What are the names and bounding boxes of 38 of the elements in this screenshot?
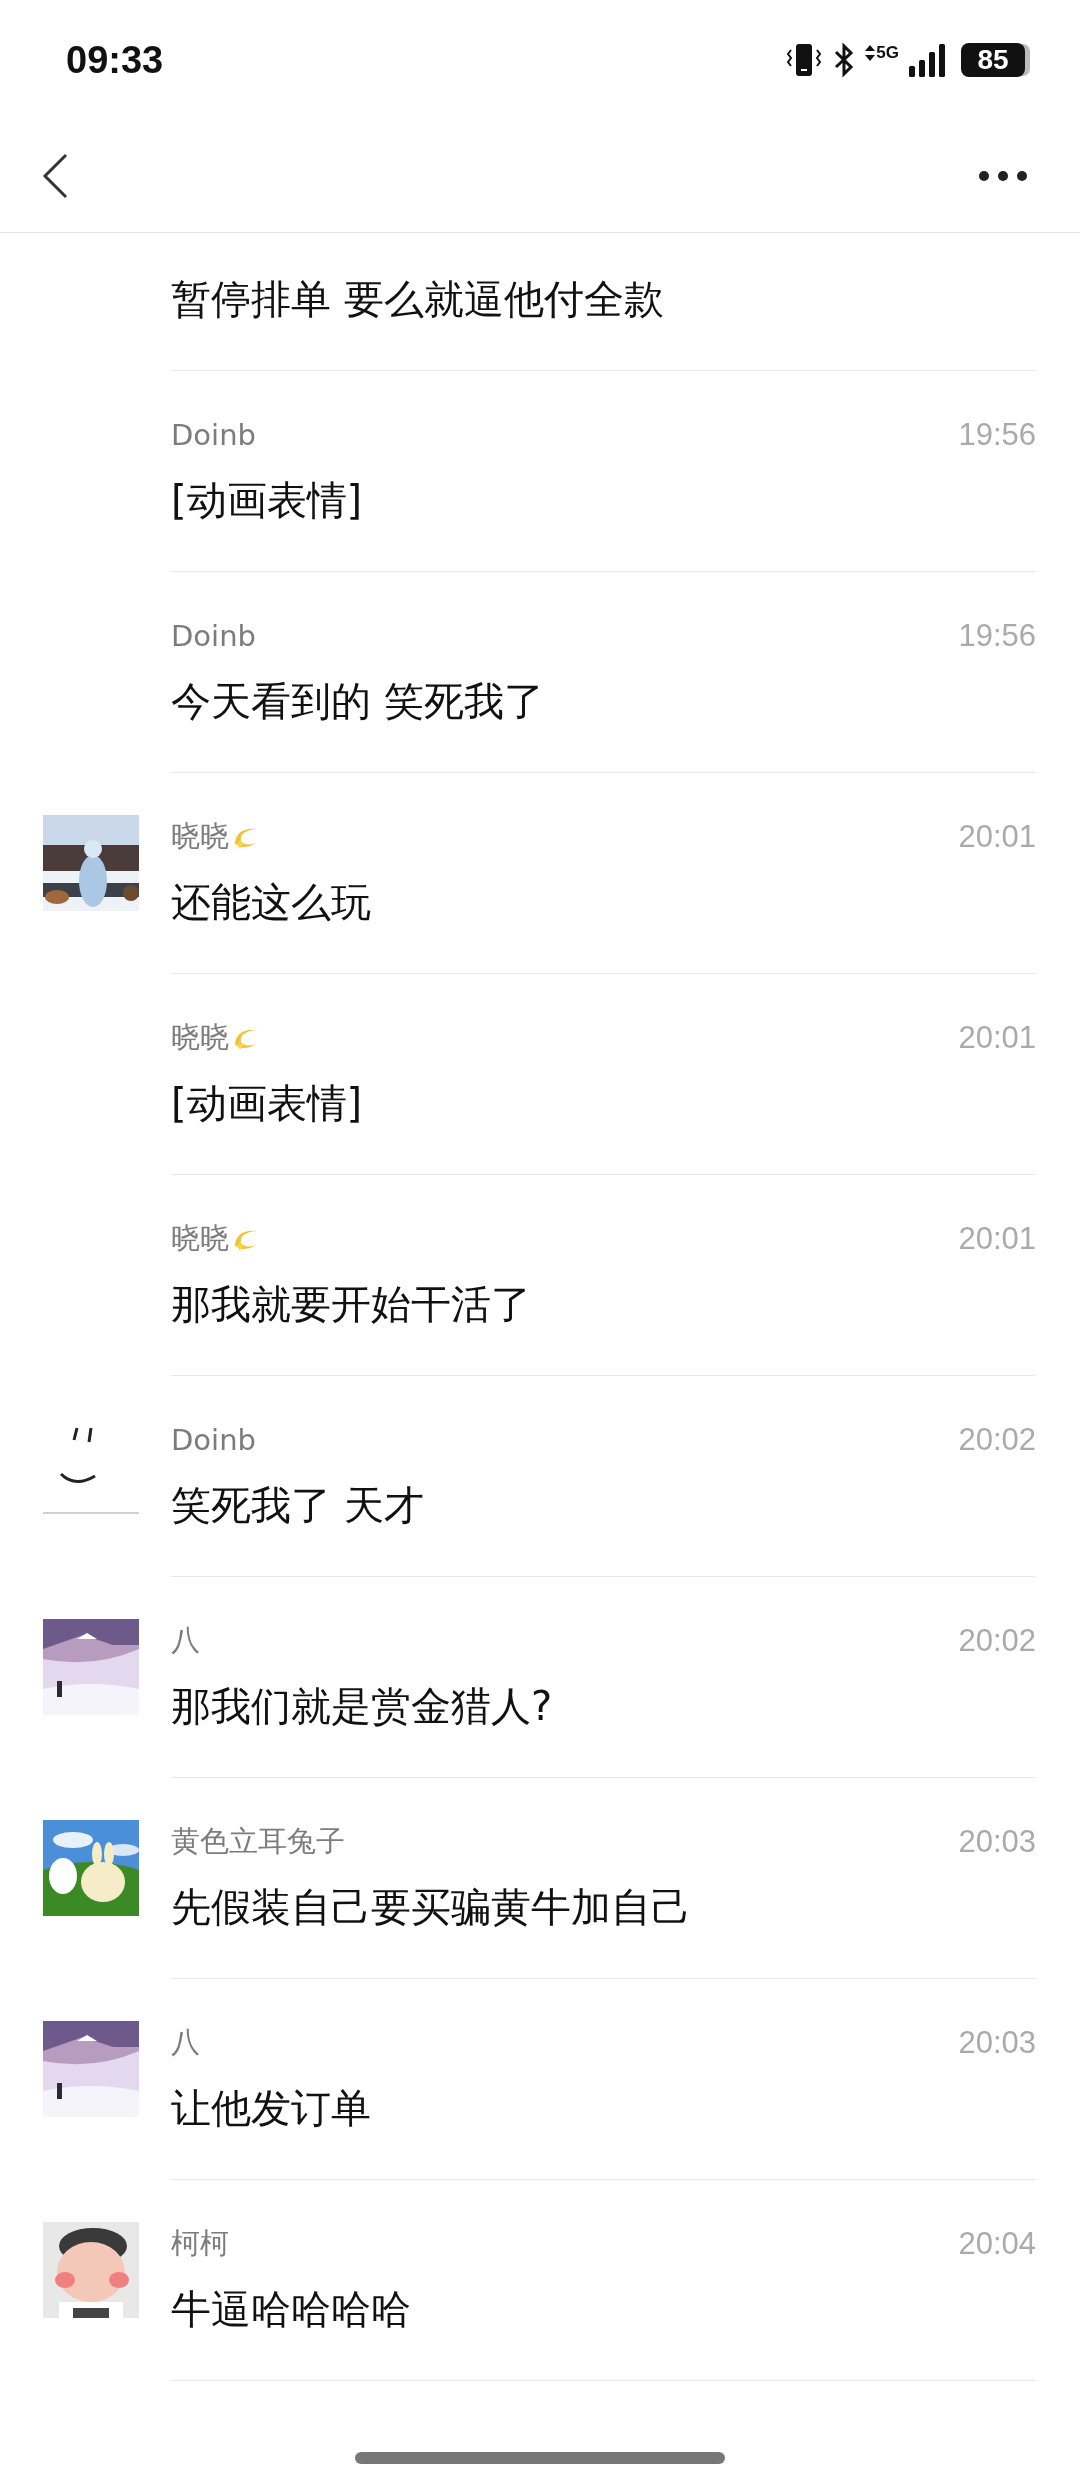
message-text: 今天看到的 笑死我了 <box>171 677 545 726</box>
sender-name: Doinb <box>171 418 256 452</box>
sender-name: 晓晓 <box>171 818 229 855</box>
message-text: 让他发订单 <box>171 2084 372 2133</box>
message-text: 暂停排单 要么就逼他付全款 <box>171 275 665 324</box>
message-text: 那我们就是赏金猎人? <box>171 1682 554 1731</box>
message-time: 19:56 <box>958 417 1036 453</box>
battery-level: 85 <box>977 44 1009 76</box>
sender-name: Doinb <box>171 619 256 653</box>
status-time: 09:33 <box>66 38 164 82</box>
message-time: 20:01 <box>958 819 1036 855</box>
sender-name: 晓晓 <box>171 1019 229 1056</box>
signal-icon <box>909 42 947 78</box>
message-text: 先假装自己要买骗黄牛加自己 <box>171 1883 692 1932</box>
message-text: [动画表情] <box>171 476 364 525</box>
message-time: 20:03 <box>958 1824 1036 1860</box>
message-time: 20:04 <box>958 2226 1036 2262</box>
sender-name: 黄色立耳兔子 <box>171 1823 345 1860</box>
message-time: 19:56 <box>958 618 1036 654</box>
vibrate-icon <box>785 42 824 78</box>
bluetooth-icon <box>833 42 856 78</box>
sender-name: 柯柯 <box>171 2225 229 2262</box>
message-time: 20:01 <box>958 1020 1036 1056</box>
message-text: 那我就要开始干活了 <box>171 1280 532 1329</box>
message-time: 20:02 <box>958 1422 1036 1458</box>
network-type: 5G <box>876 43 899 63</box>
message-text: [动画表情] <box>171 1079 364 1128</box>
data-arrows-icon <box>865 45 876 61</box>
sender-name: Doinb <box>171 1423 256 1457</box>
sender-name: 晓晓 <box>171 1220 229 1257</box>
message-text: 牛逼哈哈哈哈 <box>171 2285 412 2334</box>
message-time: 20:01 <box>958 1221 1036 1257</box>
sender-name: 八 <box>171 1622 200 1659</box>
message-text: 还能这么玩 <box>171 878 372 927</box>
message-text: 笑死我了 天才 <box>171 1481 425 1530</box>
message-time: 20:02 <box>958 1623 1036 1659</box>
message-time: 20:03 <box>958 2025 1036 2061</box>
sender-name: 八 <box>171 2024 200 2061</box>
